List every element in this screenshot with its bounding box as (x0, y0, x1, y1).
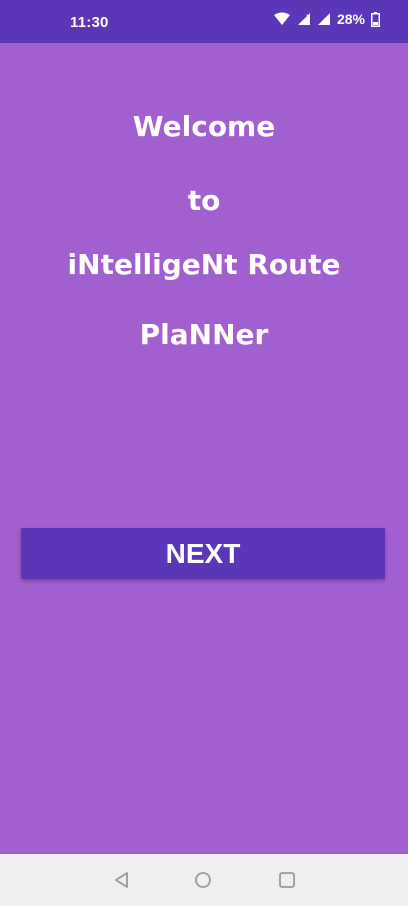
navigation-bar (0, 854, 408, 906)
battery-icon (371, 11, 380, 27)
welcome-screen: 11:30 x 28% Welcome to iNtelligeNt Route… (0, 0, 408, 906)
status-bar: 11:30 x 28% (0, 0, 408, 43)
status-icons: x 28% (273, 11, 380, 27)
back-icon[interactable] (112, 870, 132, 890)
wifi-icon (273, 12, 291, 26)
welcome-title-line: iNtelligeNt Route (67, 248, 341, 281)
status-time: 11:30 (70, 14, 109, 31)
home-icon[interactable] (193, 870, 213, 890)
next-button[interactable]: NEXT (21, 528, 385, 579)
recents-icon[interactable] (277, 870, 297, 890)
signal-icon (317, 12, 331, 26)
welcome-title-line: to (187, 184, 221, 217)
svg-text:x: x (306, 13, 310, 20)
welcome-title-line: Welcome (132, 110, 276, 143)
signal-icon: x (297, 12, 311, 26)
welcome-title-line: PlaNNer (139, 318, 269, 351)
battery-percent: 28% (336, 11, 365, 27)
